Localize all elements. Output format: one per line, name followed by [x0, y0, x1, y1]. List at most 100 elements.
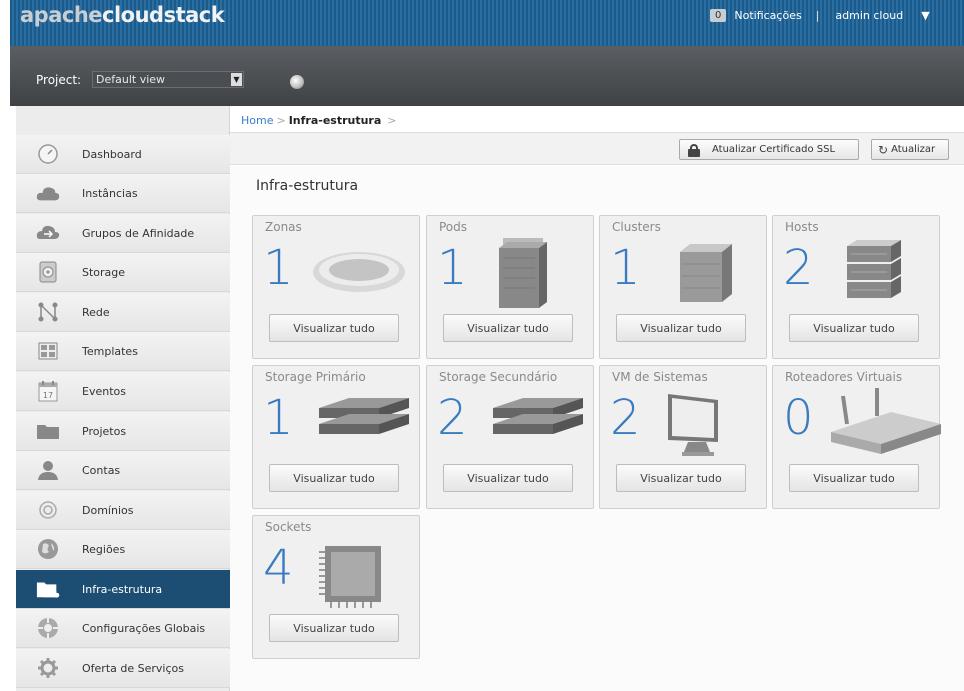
lock-icon — [688, 143, 700, 157]
sidebar-item-contas[interactable]: Contas — [16, 451, 230, 490]
view-all-button[interactable]: Visualizar tudo — [616, 314, 746, 342]
logo[interactable]: apachecloudstack — [20, 3, 225, 27]
view-all-button[interactable]: Visualizar tudo — [616, 464, 746, 492]
view-all-button[interactable]: Visualizar tudo — [443, 314, 573, 342]
zone-icon — [305, 238, 413, 298]
user-menu[interactable]: admin cloud — [835, 9, 903, 22]
card-title: Storage Secundário — [439, 370, 558, 384]
domain-icon — [36, 499, 60, 521]
card-pods: Pods 1 Visualizar tudo — [426, 215, 594, 359]
secondary-storage-icon — [479, 388, 587, 448]
router-icon — [825, 388, 941, 454]
sidebar-item-eventos[interactable]: 17 Eventos — [16, 372, 230, 411]
card-title: Clusters — [612, 220, 661, 234]
gear-icon — [36, 657, 60, 679]
notifications-count-badge[interactable]: 0 — [710, 9, 727, 22]
sidebar-item-infra-estrutura[interactable]: Infra-estrutura — [16, 570, 230, 609]
card-count: 0 — [783, 390, 814, 446]
sidebar-item-dominios[interactable]: Domínios — [16, 491, 230, 530]
update-ssl-certificate-label: Atualizar Certificado SSL — [712, 144, 836, 155]
update-ssl-certificate-button[interactable]: Atualizar Certificado SSL — [679, 139, 859, 160]
view-all-button[interactable]: Visualizar tudo — [269, 314, 399, 342]
pod-icon — [479, 238, 587, 308]
card-count: 1 — [610, 240, 641, 296]
network-icon — [36, 301, 60, 323]
sidebar-item-label: Grupos de Afinidade — [82, 226, 195, 240]
breadcrumb-home[interactable]: Home — [241, 114, 273, 127]
project-select-arrow-icon[interactable]: ▼ — [231, 73, 242, 86]
view-all-button[interactable]: Visualizar tudo — [789, 314, 919, 342]
card-hosts: Hosts 2 Visualizar tudo — [772, 215, 940, 359]
cpu-icon — [305, 538, 413, 608]
card-count: 1 — [437, 240, 468, 296]
svg-text:17: 17 — [43, 391, 53, 400]
globe-icon[interactable] — [290, 75, 304, 89]
globe-icon — [36, 538, 60, 560]
card-title: Roteadores Virtuais — [785, 370, 903, 384]
card-count: 4 — [263, 540, 294, 596]
infrastructure-icon — [36, 578, 60, 600]
project-bar: Project: Default view ▼ — [10, 46, 964, 106]
sidebar-item-templates[interactable]: Templates — [16, 332, 230, 371]
sidebar: Dashboard Instâncias Grupos de Afinidade St… — [16, 106, 230, 691]
card-storage-primario: Storage Primário 1 Visualizar tudo — [252, 365, 420, 509]
notifications-link[interactable]: Notificações — [734, 9, 801, 22]
card-title: Storage Primário — [265, 370, 366, 384]
sidebar-item-label: Infra-estrutura — [82, 582, 163, 596]
cluster-icon — [652, 238, 760, 302]
refresh-icon: ↻ — [878, 142, 889, 157]
breadcrumb-separator: > — [276, 114, 286, 127]
host-icon — [825, 238, 933, 298]
sidebar-item-label: Domínios — [82, 503, 134, 517]
view-all-button[interactable]: Visualizar tudo — [269, 464, 399, 492]
cloud-icon — [36, 182, 60, 204]
project-select-value: Default view — [96, 73, 166, 86]
card-clusters: Clusters 1 Visualizar tudo — [599, 215, 767, 359]
logo-cloudstack: cloudstack — [102, 3, 225, 27]
calendar-icon: 17 — [36, 380, 60, 402]
card-vm-de-sistemas: VM de Sistemas 2 Visualizar tudo — [599, 365, 767, 509]
sidebar-item-label: Oferta de Serviços — [82, 661, 184, 675]
view-all-button[interactable]: Visualizar tudo — [443, 464, 573, 492]
card-count: 2 — [610, 390, 641, 446]
sidebar-item-rede[interactable]: Rede — [16, 293, 230, 332]
sidebar-item-configuracoes-globais[interactable]: Configurações Globais — [16, 609, 230, 648]
page-title: Infra-estrutura — [256, 178, 359, 194]
primary-storage-icon — [305, 388, 413, 448]
sidebar-item-label: Configurações Globais — [82, 621, 206, 635]
storage-icon — [36, 261, 60, 283]
sidebar-item-projetos[interactable]: Projetos — [16, 412, 230, 451]
sidebar-item-grupos-de-afinidade[interactable]: Grupos de Afinidade — [16, 214, 230, 253]
card-title: Zonas — [265, 220, 302, 234]
view-all-button[interactable]: Visualizar tudo — [269, 614, 399, 642]
card-count: 1 — [263, 240, 294, 296]
dashboard-icon — [36, 143, 60, 165]
sidebar-item-label: Instâncias — [82, 186, 138, 200]
card-count: 1 — [263, 390, 294, 446]
card-sockets: Sockets 4 Visualizar tudo — [252, 515, 420, 659]
sidebar-item-label: Storage — [82, 265, 126, 279]
folder-icon — [36, 420, 60, 442]
affinity-icon — [36, 222, 60, 244]
sidebar-item-regioes[interactable]: Regiões — [16, 530, 230, 569]
view-all-button[interactable]: Visualizar tudo — [789, 464, 919, 492]
breadcrumb: Home > Infra-estrutura > — [241, 114, 400, 127]
sidebar-item-label: Projetos — [82, 424, 127, 438]
user-menu-caret-icon[interactable]: ▼ — [921, 9, 929, 22]
refresh-button[interactable]: ↻ Atualizar — [871, 139, 949, 160]
sidebar-item-instancias[interactable]: Instâncias — [16, 174, 230, 213]
card-count: 2 — [783, 240, 814, 296]
project-label: Project: — [36, 73, 82, 87]
sidebar-item-oferta-de-servicos[interactable]: Oferta de Serviços — [16, 649, 230, 688]
templates-icon — [36, 340, 60, 362]
sidebar-item-label: Regiões — [82, 542, 126, 556]
notifications-area: 0 Notificações | admin cloud ▼ — [710, 9, 930, 22]
project-select[interactable]: Default view ▼ — [92, 71, 244, 88]
card-roteadores-virtuais: Roteadores Virtuais 0 Visualizar tudo — [772, 365, 941, 509]
breadcrumb-current: Infra-estrutura — [288, 114, 382, 127]
card-title: VM de Sistemas — [612, 370, 708, 384]
card-title: Hosts — [785, 220, 819, 234]
sidebar-item-dashboard[interactable]: Dashboard — [16, 135, 230, 174]
sidebar-item-storage[interactable]: Storage — [16, 253, 230, 292]
user-icon — [36, 459, 60, 481]
